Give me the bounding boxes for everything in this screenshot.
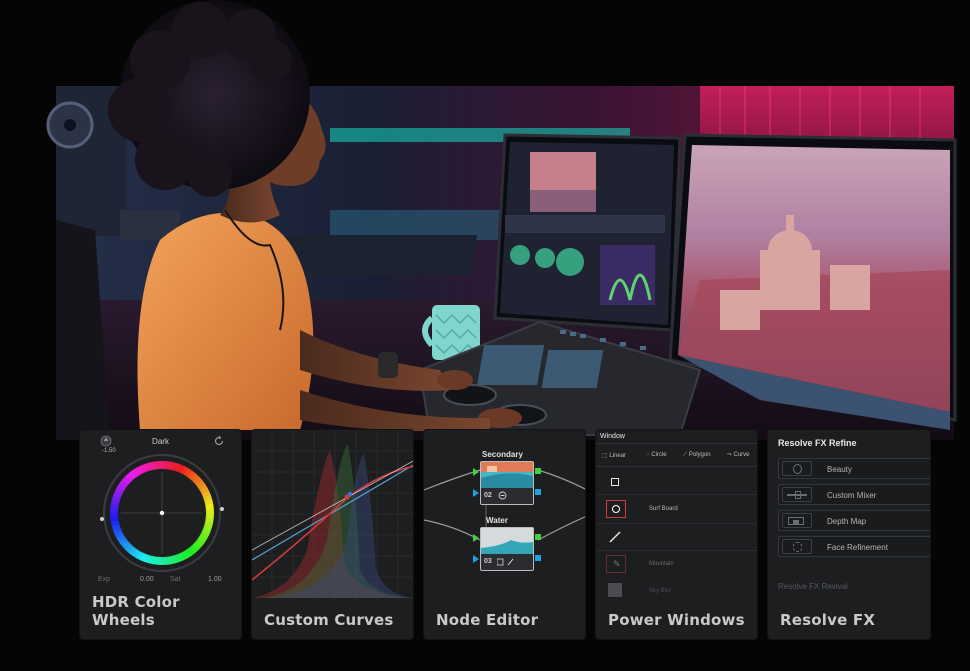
divider bbox=[596, 523, 757, 524]
window-row[interactable] bbox=[604, 470, 757, 492]
linear-window-icon[interactable] bbox=[608, 530, 622, 544]
hero-photo bbox=[46, 0, 957, 440]
circle-window-icon[interactable] bbox=[606, 500, 626, 518]
card-node-editor[interactable]: Secondary 02 Water 03 Node Editor bbox=[423, 429, 586, 640]
depth-map-icon bbox=[782, 513, 812, 528]
reset-icon[interactable] bbox=[213, 435, 225, 447]
node-tools-icon bbox=[497, 558, 514, 566]
card-resolve-fx[interactable]: Resolve FX Refine Beauty Custom Mixer De… bbox=[767, 429, 931, 640]
window-panel-header: Window bbox=[600, 433, 625, 440]
window-row-mountain[interactable]: ✎ Mountain bbox=[604, 553, 757, 575]
fx-item-depth-map[interactable]: Depth Map bbox=[778, 510, 930, 531]
sat-value[interactable]: 1.00 bbox=[208, 576, 222, 583]
card-power-windows[interactable]: Window ⬚ Linear ◌ Circle ⟋ Polygon ⤳ Cur… bbox=[595, 429, 758, 640]
node-secondary[interactable]: 02 bbox=[480, 461, 534, 505]
square-window-icon[interactable] bbox=[606, 473, 624, 491]
tool-polygon[interactable]: ⟋ Polygon bbox=[683, 452, 711, 459]
card-hdr-color-wheels[interactable]: Dark -1.50 Exp 0.00 Sat 1.00 HDR Color W… bbox=[79, 429, 242, 640]
fx-item-beauty[interactable]: Beauty bbox=[778, 458, 930, 479]
tool-circle[interactable]: ◌ Circle bbox=[646, 452, 667, 458]
divider bbox=[596, 494, 757, 495]
tool-linear[interactable]: ⬚ Linear bbox=[602, 452, 626, 459]
node-input-green[interactable] bbox=[473, 534, 479, 542]
fx-item-face-refinement[interactable]: Face Refinement bbox=[778, 536, 930, 557]
window-row-sky-blur[interactable]: Sky Blur bbox=[604, 580, 757, 602]
fx-section-revival[interactable]: Resolve FX Revival bbox=[778, 582, 848, 591]
divider bbox=[596, 466, 757, 467]
linear-icon: ⬚ bbox=[602, 453, 608, 459]
circle-icon: ◌ bbox=[646, 452, 650, 458]
divider bbox=[596, 443, 757, 444]
node-input-green[interactable] bbox=[473, 468, 479, 476]
curves-graph[interactable] bbox=[252, 430, 414, 600]
card-title: HDR Color Wheels bbox=[92, 593, 180, 629]
card-custom-curves[interactable]: Custom Curves bbox=[251, 429, 414, 640]
node-secondary-thumbnail bbox=[481, 462, 533, 488]
mixer-icon bbox=[782, 487, 812, 502]
card-title: Resolve FX bbox=[780, 611, 876, 629]
node-output-green[interactable] bbox=[535, 468, 541, 474]
curve-icon: ⤳ bbox=[727, 452, 732, 458]
node-output-green[interactable] bbox=[535, 534, 541, 540]
node-water[interactable]: 03 bbox=[480, 527, 534, 571]
node-input-blue[interactable] bbox=[473, 489, 479, 497]
fx-section-header: Resolve FX Refine bbox=[778, 438, 857, 448]
card-title: Node Editor bbox=[436, 611, 539, 629]
node-secondary-number: 02 bbox=[484, 492, 492, 499]
sat-label: Sat bbox=[170, 576, 181, 583]
window-row[interactable] bbox=[604, 526, 757, 548]
face-icon bbox=[782, 461, 812, 476]
node-water-number: 03 bbox=[484, 558, 492, 565]
polygon-icon: ⟋ bbox=[683, 452, 688, 458]
node-water-label: Water bbox=[486, 516, 508, 525]
node-output-blue[interactable] bbox=[535, 489, 541, 495]
color-wheel[interactable] bbox=[94, 452, 230, 574]
tool-curve[interactable]: ⤳ Curve bbox=[727, 452, 750, 459]
card-title: Power Windows bbox=[608, 611, 745, 629]
node-secondary-label: Secondary bbox=[482, 450, 523, 459]
face-refinement-icon bbox=[782, 539, 812, 554]
node-output-blue[interactable] bbox=[535, 555, 541, 561]
gradient-window-icon[interactable] bbox=[608, 583, 622, 597]
node-water-thumbnail bbox=[481, 528, 533, 554]
exp-value[interactable]: 0.00 bbox=[140, 576, 154, 583]
node-circle-icon bbox=[498, 491, 507, 500]
divider bbox=[596, 550, 757, 551]
pen-window-icon[interactable]: ✎ bbox=[606, 555, 626, 573]
fx-item-custom-mixer[interactable]: Custom Mixer bbox=[778, 484, 930, 505]
node-input-blue[interactable] bbox=[473, 555, 479, 563]
card-title: Custom Curves bbox=[264, 611, 394, 629]
exp-label: Exp bbox=[98, 576, 111, 583]
window-row-surf-board[interactable]: Surf Board bbox=[604, 498, 757, 520]
